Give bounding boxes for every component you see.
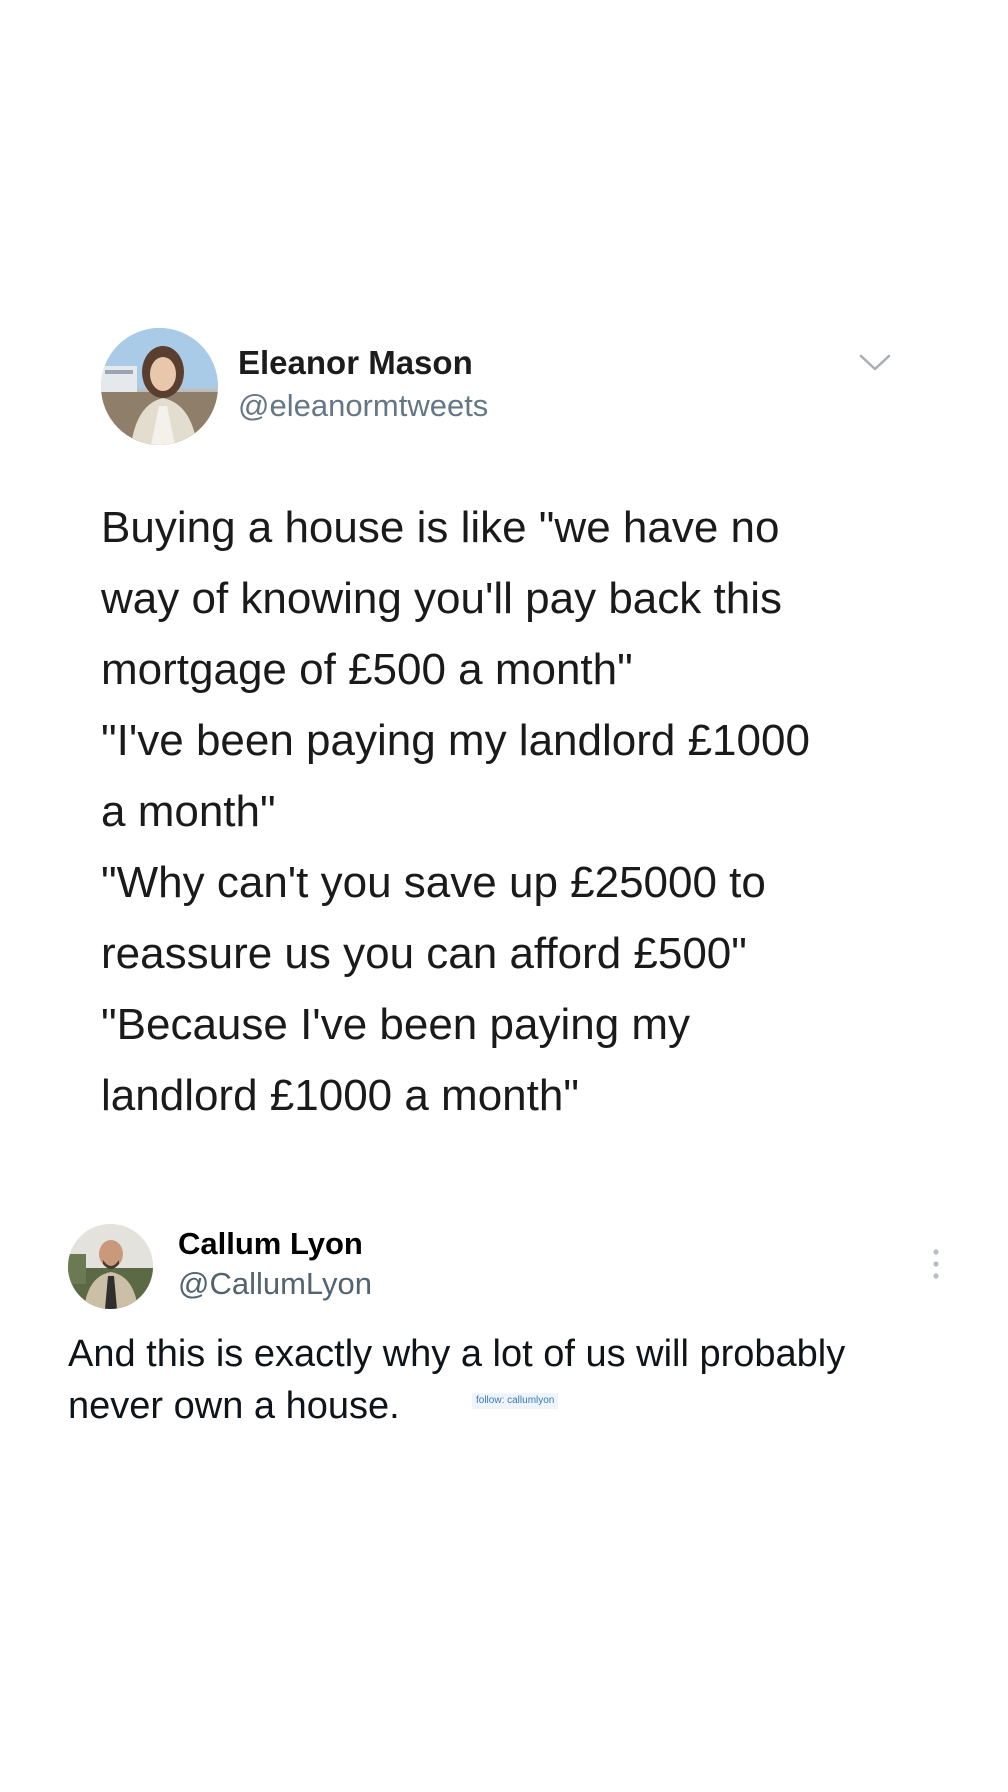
author-name[interactable]: Eleanor Mason <box>238 344 473 382</box>
watermark-label: follow: callumlyon <box>472 1393 559 1409</box>
tweet-text-line: And this is exactly why a lot of us will… <box>68 1333 846 1375</box>
main-tweet: Callum Lyon @CallumLyon And this is exac… <box>0 1160 1008 1460</box>
tweet-text-line: "I've been paying my landlord £1000 <box>101 716 810 765</box>
tweet-text-line: reassure us you can afford £500" <box>101 929 747 978</box>
author-handle[interactable]: @CallumLyon <box>178 1266 372 1302</box>
tweet-text: Buying a house is like "we have no way o… <box>101 492 941 1131</box>
tweet-text-line: a month" <box>101 787 276 836</box>
tweet-text-line: way of knowing you'll pay back this <box>101 574 782 623</box>
more-vertical-icon[interactable] <box>930 1246 942 1282</box>
tweet-text: And this is exactly why a lot of us will… <box>68 1328 968 1432</box>
tweet-text-line: mortgage of £500 a month" <box>101 645 633 694</box>
author-name[interactable]: Callum Lyon <box>178 1226 363 1262</box>
profile-photo-icon <box>68 1224 153 1309</box>
callum-avatar[interactable] <box>68 1224 153 1309</box>
tweet-text-line: Buying a house is like "we have no <box>101 503 780 552</box>
author-handle[interactable]: @eleanormtweets <box>238 388 488 424</box>
eleanor-avatar[interactable] <box>101 328 218 445</box>
chevron-down-icon[interactable] <box>858 352 892 374</box>
tweet-text-line: landlord £1000 a month" <box>101 1071 579 1120</box>
tweet-text-line: "Because I've been paying my <box>101 1000 691 1049</box>
tweet-text-line: "Why can't you save up £25000 to <box>101 858 766 907</box>
profile-photo-icon <box>101 328 218 445</box>
quoted-tweet: Eleanor Mason @eleanormtweets Buying a h… <box>0 0 1008 1160</box>
